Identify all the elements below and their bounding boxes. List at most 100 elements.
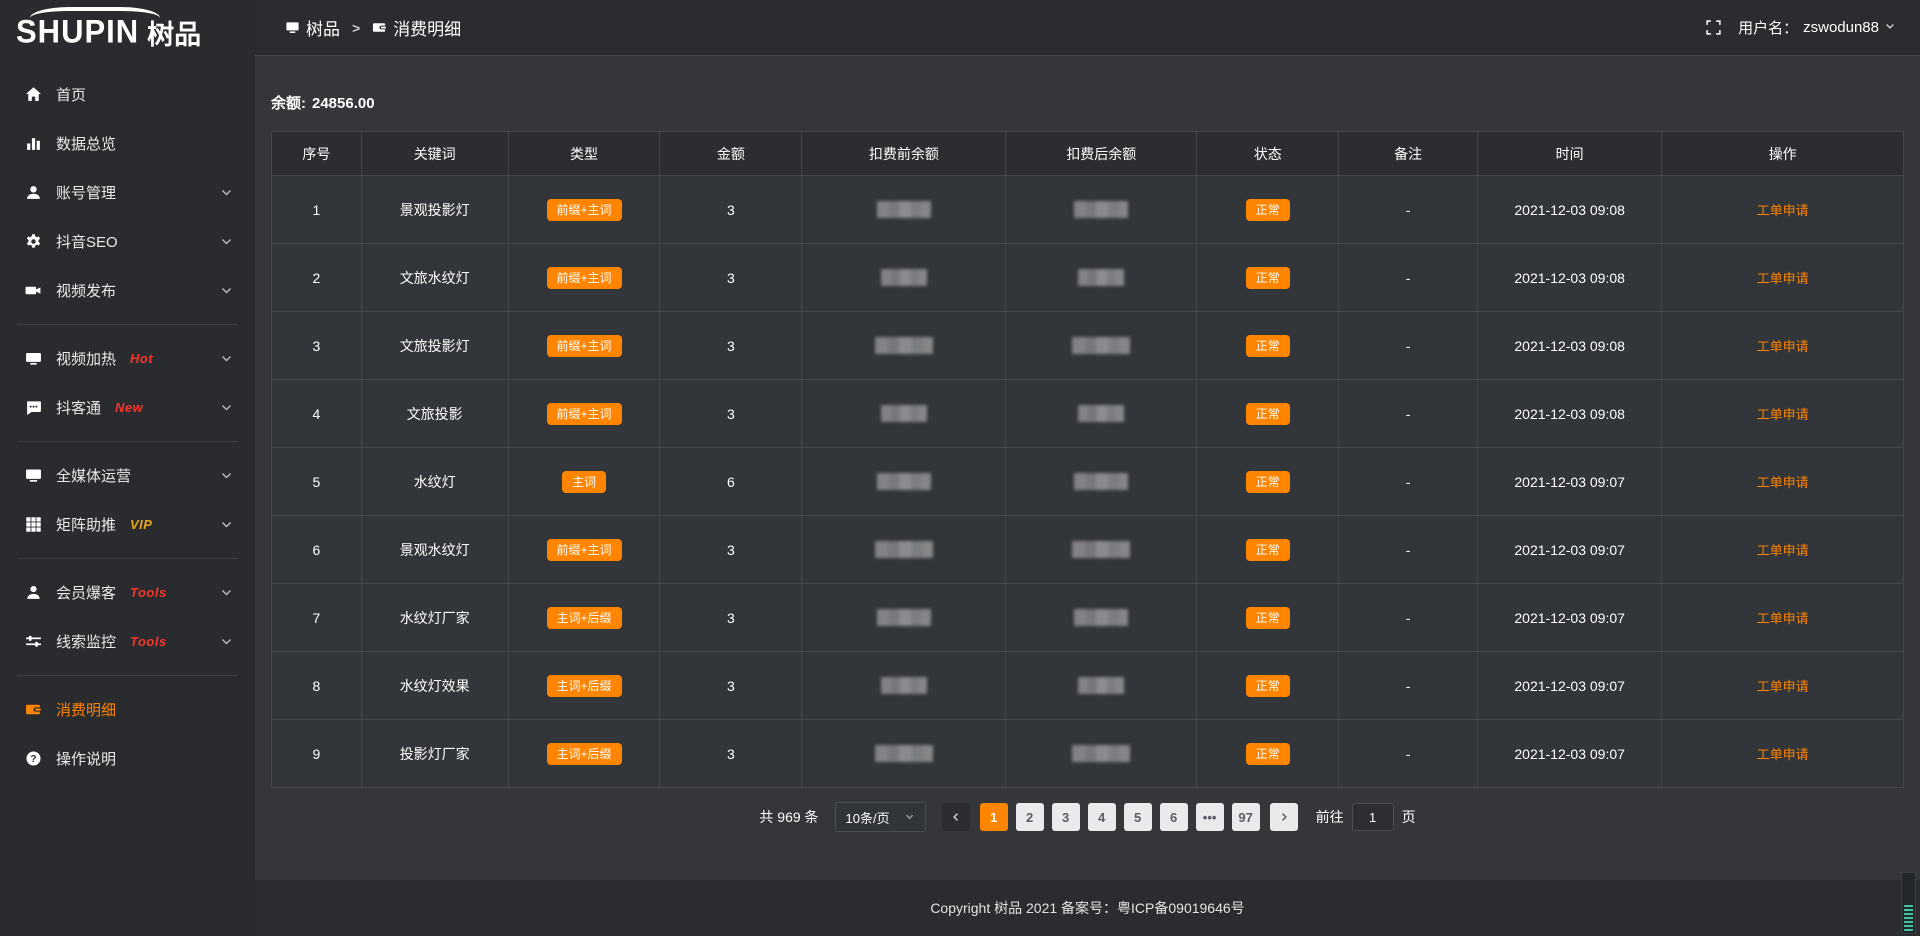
breadcrumb-separator: > <box>352 20 360 36</box>
sidebar-item-clue-monitor[interactable]: 线索监控 Tools <box>0 617 255 666</box>
sidebar-item-video-publish[interactable]: 视频发布 <box>0 266 255 315</box>
masked-balance-after <box>1078 405 1124 422</box>
sidebar-item-operation-guide[interactable]: ? 操作说明 <box>0 734 255 783</box>
cell-keyword: 水纹灯 <box>361 448 508 516</box>
sidebar-item-douyin-seo[interactable]: 抖音SEO <box>0 217 255 266</box>
sidebar-item-data-overview[interactable]: 数据总览 <box>0 119 255 168</box>
masked-balance-after <box>1078 269 1124 286</box>
chevron-down-icon <box>220 518 233 531</box>
ticket-apply-link[interactable]: 工单申请 <box>1757 339 1809 354</box>
chevron-down-icon <box>220 401 233 414</box>
sidebar-item-badge: VIP <box>130 517 152 532</box>
cell-time: 2021-12-03 09:07 <box>1477 516 1661 584</box>
type-tag: 主词+后缀 <box>547 743 622 765</box>
breadcrumb-item-shupin[interactable]: 树品 <box>285 15 340 40</box>
ticket-apply-link[interactable]: 工单申请 <box>1757 611 1809 626</box>
ticket-apply-link[interactable]: 工单申请 <box>1757 407 1809 422</box>
logo-text-en: SHUPIN <box>16 13 139 51</box>
cell-index: 9 <box>272 720 362 788</box>
scrollbar-widget[interactable] <box>1901 872 1916 934</box>
cell-time: 2021-12-03 09:07 <box>1477 448 1661 516</box>
sidebar-item-consume-detail[interactable]: 消费明细 <box>0 685 255 734</box>
prev-page-button[interactable] <box>942 803 970 831</box>
sidebar-item-label: 线索监控 <box>56 631 116 652</box>
goto-label: 前往 <box>1316 807 1344 827</box>
cell-remark: - <box>1339 720 1478 788</box>
page-button-6[interactable]: 6 <box>1160 803 1188 831</box>
sidebar-item-label: 会员爆客 <box>56 582 116 603</box>
sidebar-item-matrix-boost[interactable]: 矩阵助推 VIP <box>0 500 255 549</box>
cell-remark: - <box>1339 176 1478 244</box>
sidebar-item-badge: Tools <box>130 634 167 649</box>
cell-time: 2021-12-03 09:07 <box>1477 720 1661 788</box>
cell-amount: 6 <box>660 448 802 516</box>
cell-amount: 3 <box>660 516 802 584</box>
sidebar-item-douketong[interactable]: 抖客通 New <box>0 383 255 432</box>
chevron-down-icon <box>220 186 233 199</box>
table-row: 7 水纹灯厂家 主词+后缀 3 正常 - 2021-12-03 09:07 工单… <box>272 584 1904 652</box>
person-icon <box>25 584 42 601</box>
masked-balance-before <box>875 541 933 558</box>
breadcrumb-item-consume-detail[interactable]: 消费明细 <box>372 15 461 40</box>
fullscreen-icon[interactable] <box>1705 19 1722 36</box>
user-menu[interactable]: 用户名：zswodun88 <box>1738 17 1896 38</box>
ticket-apply-link[interactable]: 工单申请 <box>1757 475 1809 490</box>
sidebar-item-badge: Tools <box>130 585 167 600</box>
cell-amount: 3 <box>660 652 802 720</box>
page-ellipsis-button[interactable]: ••• <box>1196 803 1224 831</box>
page-button-97[interactable]: 97 <box>1232 803 1260 831</box>
page-size-select[interactable]: 10条/页 <box>835 802 926 832</box>
column-header: 操作 <box>1662 132 1904 176</box>
page-button-4[interactable]: 4 <box>1088 803 1116 831</box>
page-button-1[interactable]: 1 <box>980 803 1008 831</box>
table-row: 3 文旅投影灯 前缀+主词 3 正常 - 2021-12-03 09:08 工单… <box>272 312 1904 380</box>
page-button-3[interactable]: 3 <box>1052 803 1080 831</box>
page-footer: Copyright 树品 2021 备案号：粤ICP备09019646号 <box>255 880 1920 936</box>
logo: SHUPIN 树品 <box>0 0 255 64</box>
content-column: 树品 > 消费明细 用户名：zswodun88 余额: 2 4 <box>255 0 1920 936</box>
sidebar-item-label: 首页 <box>56 84 86 105</box>
sidebar-item-home[interactable]: 首页 <box>0 70 255 119</box>
cell-keyword: 文旅投影灯 <box>361 312 508 380</box>
masked-balance-before <box>881 405 927 422</box>
cell-time: 2021-12-03 09:08 <box>1477 380 1661 448</box>
scrollbar-thumb[interactable] <box>1904 905 1913 931</box>
next-page-button[interactable] <box>1270 803 1298 831</box>
cell-keyword: 投影灯厂家 <box>361 720 508 788</box>
sidebar-item-account-manage[interactable]: 账号管理 <box>0 168 255 217</box>
cell-remark: - <box>1339 312 1478 380</box>
table-row: 8 水纹灯效果 主词+后缀 3 正常 - 2021-12-03 09:07 工单… <box>272 652 1904 720</box>
cell-index: 6 <box>272 516 362 584</box>
masked-balance-after <box>1074 473 1128 490</box>
user-icon <box>25 184 42 201</box>
ticket-apply-link[interactable]: 工单申请 <box>1757 543 1809 558</box>
ticket-apply-link[interactable]: 工单申请 <box>1757 679 1809 694</box>
breadcrumb-label: 消费明细 <box>393 15 461 40</box>
balance-label: 余额: <box>271 95 306 112</box>
gear-icon <box>25 233 42 250</box>
sidebar: SHUPIN 树品 首页 数据总览 账号管理 抖音SEO 视频发布 视频加热 <box>0 0 255 936</box>
sidebar-item-member-baoke[interactable]: 会员爆客 Tools <box>0 568 255 617</box>
sidebar-item-video-heat[interactable]: 视频加热 Hot <box>0 334 255 383</box>
ticket-apply-link[interactable]: 工单申请 <box>1757 271 1809 286</box>
cell-amount: 3 <box>660 244 802 312</box>
page-button-5[interactable]: 5 <box>1124 803 1152 831</box>
sidebar-item-media-operation[interactable]: 全媒体运营 <box>0 451 255 500</box>
goto-page: 前往 页 <box>1316 803 1416 831</box>
ticket-apply-link[interactable]: 工单申请 <box>1757 203 1809 218</box>
ticket-apply-link[interactable]: 工单申请 <box>1757 747 1809 762</box>
cell-amount: 3 <box>660 720 802 788</box>
masked-balance-before <box>877 201 931 218</box>
table-body: 1 景观投影灯 前缀+主词 3 正常 - 2021-12-03 09:08 工单… <box>272 176 1904 788</box>
column-header: 类型 <box>508 132 660 176</box>
sidebar-item-label: 矩阵助推 <box>56 514 116 535</box>
cell-keyword: 水纹灯厂家 <box>361 584 508 652</box>
cell-remark: - <box>1339 652 1478 720</box>
sidebar-item-label: 数据总览 <box>56 133 116 154</box>
page-button-2[interactable]: 2 <box>1016 803 1044 831</box>
goto-page-input[interactable] <box>1352 803 1394 831</box>
cell-amount: 3 <box>660 584 802 652</box>
cell-remark: - <box>1339 244 1478 312</box>
chevron-down-icon <box>220 284 233 297</box>
sidebar-nav: 首页 数据总览 账号管理 抖音SEO 视频发布 视频加热 Hot 抖客通 New <box>0 64 255 936</box>
